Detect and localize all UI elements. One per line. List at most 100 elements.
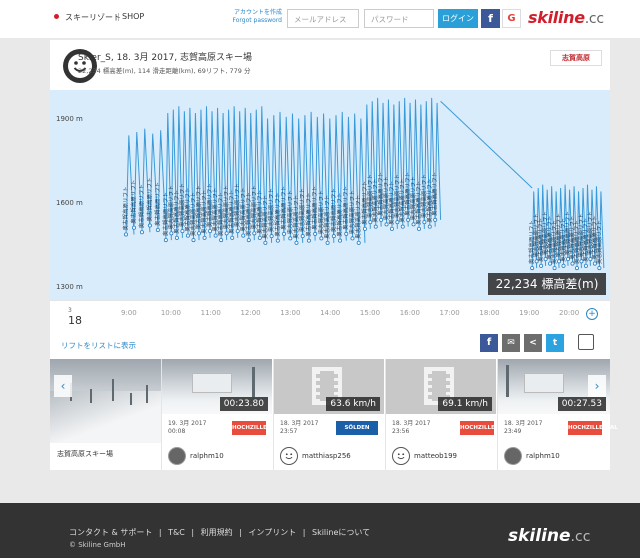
user-avatar-1[interactable] bbox=[168, 447, 186, 465]
username-2[interactable]: matthiasp256 bbox=[302, 452, 351, 460]
lift-base-point bbox=[246, 238, 251, 243]
share-button[interactable]: < bbox=[524, 334, 542, 352]
lift-name-label: 奥志賀高原リフト bbox=[292, 195, 300, 239]
lift-base-point bbox=[263, 240, 268, 245]
time-tick-label: 15:00 bbox=[359, 309, 381, 317]
footer-link-imprint[interactable]: インプリント bbox=[248, 528, 296, 537]
user-avatar-4[interactable] bbox=[504, 447, 522, 465]
lift-base-point bbox=[139, 230, 144, 235]
lift-name-label: 奥志賀高原リフト bbox=[311, 186, 319, 230]
time-tick-label: 12:00 bbox=[240, 309, 261, 317]
lift-base-point bbox=[368, 220, 373, 225]
lift-labels: 奥志賀高原リフト 奥志賀高原リフト 奥志賀高原リフト 奥志賀高原リフト 奥志賀高原リフト… bbox=[122, 172, 603, 264]
lift-name-label: 奥志賀高原リフト bbox=[153, 182, 161, 226]
user-avatar-2[interactable] bbox=[280, 447, 298, 465]
altitude-chart[interactable]: 1900 m 1600 m 1300 m 奥志賀高原リフト 奥志賀高原リフト 奥志賀高原… bbox=[50, 90, 610, 300]
nav-shop-link[interactable]: SHOP bbox=[122, 12, 144, 21]
lift-base-point bbox=[180, 229, 185, 234]
gallery-next-arrow[interactable]: › bbox=[588, 375, 606, 397]
create-account-link[interactable]: アカウントを作成 bbox=[232, 9, 282, 17]
y-tick-label: 1900 m bbox=[56, 115, 83, 123]
lift-base-point bbox=[288, 236, 293, 241]
lift-base-point bbox=[331, 234, 336, 239]
footer-link-contact[interactable]: コンタクト & サポート bbox=[69, 528, 152, 537]
lift-name-label: 奥志賀高原リフト bbox=[122, 186, 130, 230]
share-twitter-button[interactable]: t bbox=[546, 334, 564, 352]
lift-base-point bbox=[338, 238, 343, 243]
zoom-in-icon[interactable]: + bbox=[586, 308, 598, 320]
gallery-prev-arrow[interactable]: ‹ bbox=[54, 375, 72, 397]
gallery-badge-4: 00:27.53 bbox=[557, 397, 606, 411]
gallery-video-2[interactable]: 63.6 km/h bbox=[274, 359, 384, 414]
copyright: © Skiline GmbH bbox=[69, 541, 126, 549]
lift-name-label: 奥志賀高原リフト bbox=[298, 188, 306, 232]
lift-base-point bbox=[163, 238, 168, 243]
lift-name-label: 奥志賀高原リフト bbox=[348, 190, 356, 234]
lift-base-point bbox=[252, 231, 257, 236]
media-gallery: 志賀高原スキー場 ‹ 00:23.80 19. 3月 2017 00:08 HO… bbox=[50, 359, 618, 470]
lift-base-point bbox=[530, 266, 535, 271]
share-facebook-button[interactable]: f bbox=[480, 334, 498, 352]
user-avatar-3[interactable] bbox=[392, 447, 410, 465]
username-1[interactable]: ralphm10 bbox=[190, 452, 224, 460]
lift-base-point bbox=[230, 235, 235, 240]
gallery-time-2: 23:57 bbox=[280, 428, 298, 435]
descent-line bbox=[440, 100, 533, 189]
lift-base-point bbox=[300, 234, 305, 239]
footer-link-tc[interactable]: T&C bbox=[168, 528, 185, 537]
footer-link-about[interactable]: Skilineについて bbox=[312, 528, 370, 537]
lift-name-label: 奥志賀高原リフト bbox=[137, 184, 145, 228]
footer-link-terms[interactable]: 利用規約 bbox=[201, 528, 233, 537]
total-elevation-badge: 22,234 標高差(m) bbox=[488, 273, 606, 295]
lift-base-point bbox=[282, 231, 287, 236]
email-input[interactable]: メールアドレス bbox=[287, 9, 359, 28]
forgot-password-link[interactable]: Forgot password bbox=[232, 17, 283, 25]
lift-name-label: 奥志賀高原リフト bbox=[329, 188, 337, 232]
gallery-meta-1: 19. 3月 2017 00:08 bbox=[168, 420, 206, 436]
footer-logo-cc: .cc bbox=[570, 529, 591, 545]
lift-base-point bbox=[344, 231, 349, 236]
lift-base-point bbox=[169, 231, 174, 236]
lift-base-point bbox=[539, 263, 544, 268]
login-button[interactable]: ログイン bbox=[438, 9, 478, 28]
lift-base-point bbox=[433, 217, 438, 222]
skiline-logo[interactable]: skiline.cc bbox=[528, 8, 604, 27]
password-input[interactable]: パスワード bbox=[364, 9, 434, 28]
ski-area-badge-1[interactable]: HOCHZILLERTAL bbox=[232, 421, 282, 435]
footer-sep: | bbox=[239, 528, 242, 537]
gallery-photo-1[interactable]: 00:23.80 bbox=[162, 359, 272, 414]
gallery-badge-3: 69.1 km/h bbox=[438, 397, 492, 411]
facebook-login-button[interactable]: f bbox=[481, 9, 500, 28]
descent-line-segment bbox=[440, 100, 533, 189]
resort-photo[interactable] bbox=[50, 359, 161, 443]
gallery-date-2: 18. 3月 2017 bbox=[280, 420, 319, 427]
ski-area-badge-4[interactable]: HOCHZILLERTAL bbox=[568, 421, 618, 435]
show-lifts-list-link[interactable]: リフトをリストに表示 bbox=[61, 340, 136, 351]
gallery-date-3: 18. 3月 2017 bbox=[392, 420, 431, 427]
gallery-video-3[interactable]: 69.1 km/h bbox=[386, 359, 496, 414]
lift-base-point bbox=[597, 266, 602, 271]
lift-name-label: 奥志賀高原リフト bbox=[323, 195, 331, 239]
footer-logo[interactable]: skiline.cc bbox=[508, 526, 590, 546]
lift-base-point bbox=[185, 233, 190, 238]
lift-base-point bbox=[197, 231, 202, 236]
lift-name-label: 奥志賀高原リフト bbox=[595, 220, 603, 264]
resort-logo-badge[interactable]: 志賀高原 bbox=[550, 50, 602, 66]
lift-name-label: 奥志賀高原リフト bbox=[145, 178, 153, 222]
time-tick-label: 20:00 bbox=[559, 309, 580, 317]
gallery-date-1: 19. 3月 2017 bbox=[168, 420, 207, 427]
nav-ski-resorts-link[interactable]: スキーリゾート bbox=[65, 12, 121, 23]
username-4[interactable]: ralphm10 bbox=[526, 452, 560, 460]
ski-area-badge-3[interactable]: HOCHZILLERTAL bbox=[460, 421, 510, 435]
print-icon[interactable] bbox=[578, 334, 594, 350]
lift-name-label: 奥志賀高原リフト bbox=[342, 186, 350, 230]
lift-name-label: 奥志賀高原リフト bbox=[317, 190, 325, 234]
lift-base-point bbox=[373, 224, 378, 229]
ski-area-badge-2[interactable]: SÖLDEN bbox=[336, 421, 378, 435]
lift-base-point bbox=[395, 220, 400, 225]
lift-name-label: 奥志賀高原リフト bbox=[336, 193, 344, 237]
share-mail-button[interactable]: ✉ bbox=[502, 334, 520, 352]
japan-flag-icon[interactable] bbox=[54, 14, 59, 19]
username-3[interactable]: matteob199 bbox=[414, 452, 457, 460]
google-login-button[interactable]: G bbox=[502, 9, 521, 28]
